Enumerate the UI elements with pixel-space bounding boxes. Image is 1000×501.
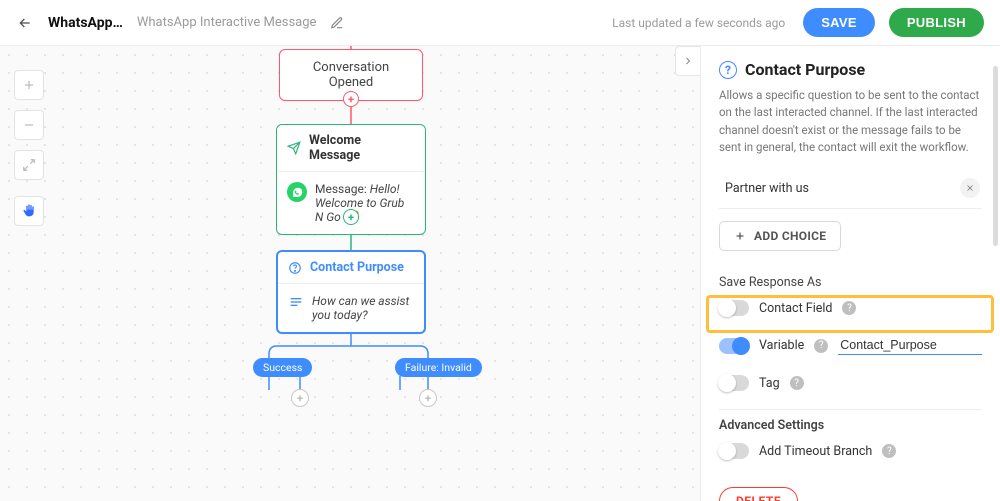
remove-choice-button[interactable] (960, 178, 980, 198)
node-body: How can we assist you today? (278, 284, 424, 332)
panel-description: Allows a specific question to be sent to… (719, 87, 982, 156)
divider (719, 409, 982, 410)
zoom-out-tool[interactable] (14, 110, 44, 140)
publish-button[interactable]: PUBLISH (889, 8, 984, 37)
advanced-settings-label: Advanced Settings (719, 418, 982, 433)
add-choice-button[interactable]: ADD CHOICE (719, 221, 841, 251)
minus-icon (22, 118, 36, 132)
edit-title-button[interactable] (330, 16, 344, 30)
arrow-left-icon (17, 15, 33, 31)
outcome-success[interactable]: Success (253, 358, 312, 377)
help-icon[interactable]: ? (882, 444, 896, 458)
canvas-toolstrip (14, 70, 44, 226)
choice-row: Partner with us (719, 174, 982, 209)
step-settings-panel: ? Contact Purpose Allows a specific ques… (700, 46, 1000, 501)
plus-icon (22, 78, 36, 92)
question-text: How can we assist you today? (312, 294, 414, 322)
add-below-failure[interactable]: + (419, 389, 437, 407)
question-circle-icon: ? (719, 61, 737, 79)
question-icon (288, 261, 302, 275)
row-label: Contact Field (759, 301, 832, 316)
top-bar: WhatsApp… WhatsApp Interactive Message L… (0, 0, 1000, 46)
workflow-canvas[interactable]: Conversation Opened + Welcome Message Me… (0, 46, 700, 501)
list-icon (288, 294, 304, 310)
chevron-right-icon (682, 55, 694, 67)
pan-tool[interactable] (14, 196, 44, 226)
toggle-timeout-branch[interactable] (719, 443, 749, 459)
outcome-failure[interactable]: Failure: Invalid (395, 358, 482, 377)
help-icon[interactable]: ? (814, 339, 828, 353)
save-button[interactable]: SAVE (803, 8, 875, 37)
toggle-tag[interactable] (719, 375, 749, 391)
row-variable: Variable ? (719, 326, 982, 365)
panel-title-text: Contact Purpose (745, 60, 865, 79)
hand-icon (21, 203, 37, 219)
node-label: Conversation Opened (313, 60, 389, 90)
workflow-subtitle: WhatsApp Interactive Message (137, 15, 317, 30)
save-response-label: Save Response As (719, 275, 982, 290)
message-prefix: Message: (315, 182, 367, 196)
add-below-start[interactable]: + (343, 91, 359, 107)
choice-text: Partner with us (725, 181, 809, 196)
node-title: Welcome Message (309, 133, 415, 163)
add-below-welcome[interactable]: + (343, 209, 359, 225)
add-choice-label: ADD CHOICE (754, 229, 826, 243)
add-step-tool[interactable] (14, 70, 44, 100)
toggle-variable[interactable] (719, 338, 749, 354)
row-tag: Tag ? (719, 365, 982, 401)
back-button[interactable] (16, 15, 34, 31)
collapse-panel-button[interactable] (675, 46, 701, 76)
close-icon (965, 183, 975, 193)
node-contact-purpose[interactable]: Contact Purpose How can we assist you to… (276, 250, 426, 334)
send-icon (287, 141, 301, 155)
add-below-success[interactable]: + (291, 389, 309, 407)
plus-icon (734, 230, 746, 242)
panel-title: ? Contact Purpose (719, 60, 982, 79)
row-contact-field: Contact Field ? (719, 290, 982, 326)
node-header: Welcome Message (277, 125, 425, 172)
row-label: Tag (759, 376, 780, 391)
help-icon[interactable]: ? (790, 376, 804, 390)
expand-icon (22, 158, 36, 172)
workflow-title: WhatsApp… (48, 15, 123, 31)
delete-step-button[interactable]: DELETE (719, 487, 798, 501)
pencil-icon (330, 16, 344, 30)
node-header: Contact Purpose (278, 252, 424, 284)
panel-scrollbar[interactable] (993, 66, 998, 246)
row-timeout-branch: Add Timeout Branch ? (719, 433, 982, 469)
toggle-contact-field[interactable] (719, 300, 749, 316)
last-updated-text: Last updated a few seconds ago (612, 16, 785, 30)
fit-screen-tool[interactable] (14, 150, 44, 180)
help-icon[interactable]: ? (842, 301, 856, 315)
whatsapp-icon (287, 182, 307, 202)
row-label: Add Timeout Branch (759, 444, 872, 459)
variable-name-input[interactable] (838, 336, 982, 355)
node-title: Contact Purpose (310, 260, 404, 275)
row-label: Variable (759, 338, 804, 353)
